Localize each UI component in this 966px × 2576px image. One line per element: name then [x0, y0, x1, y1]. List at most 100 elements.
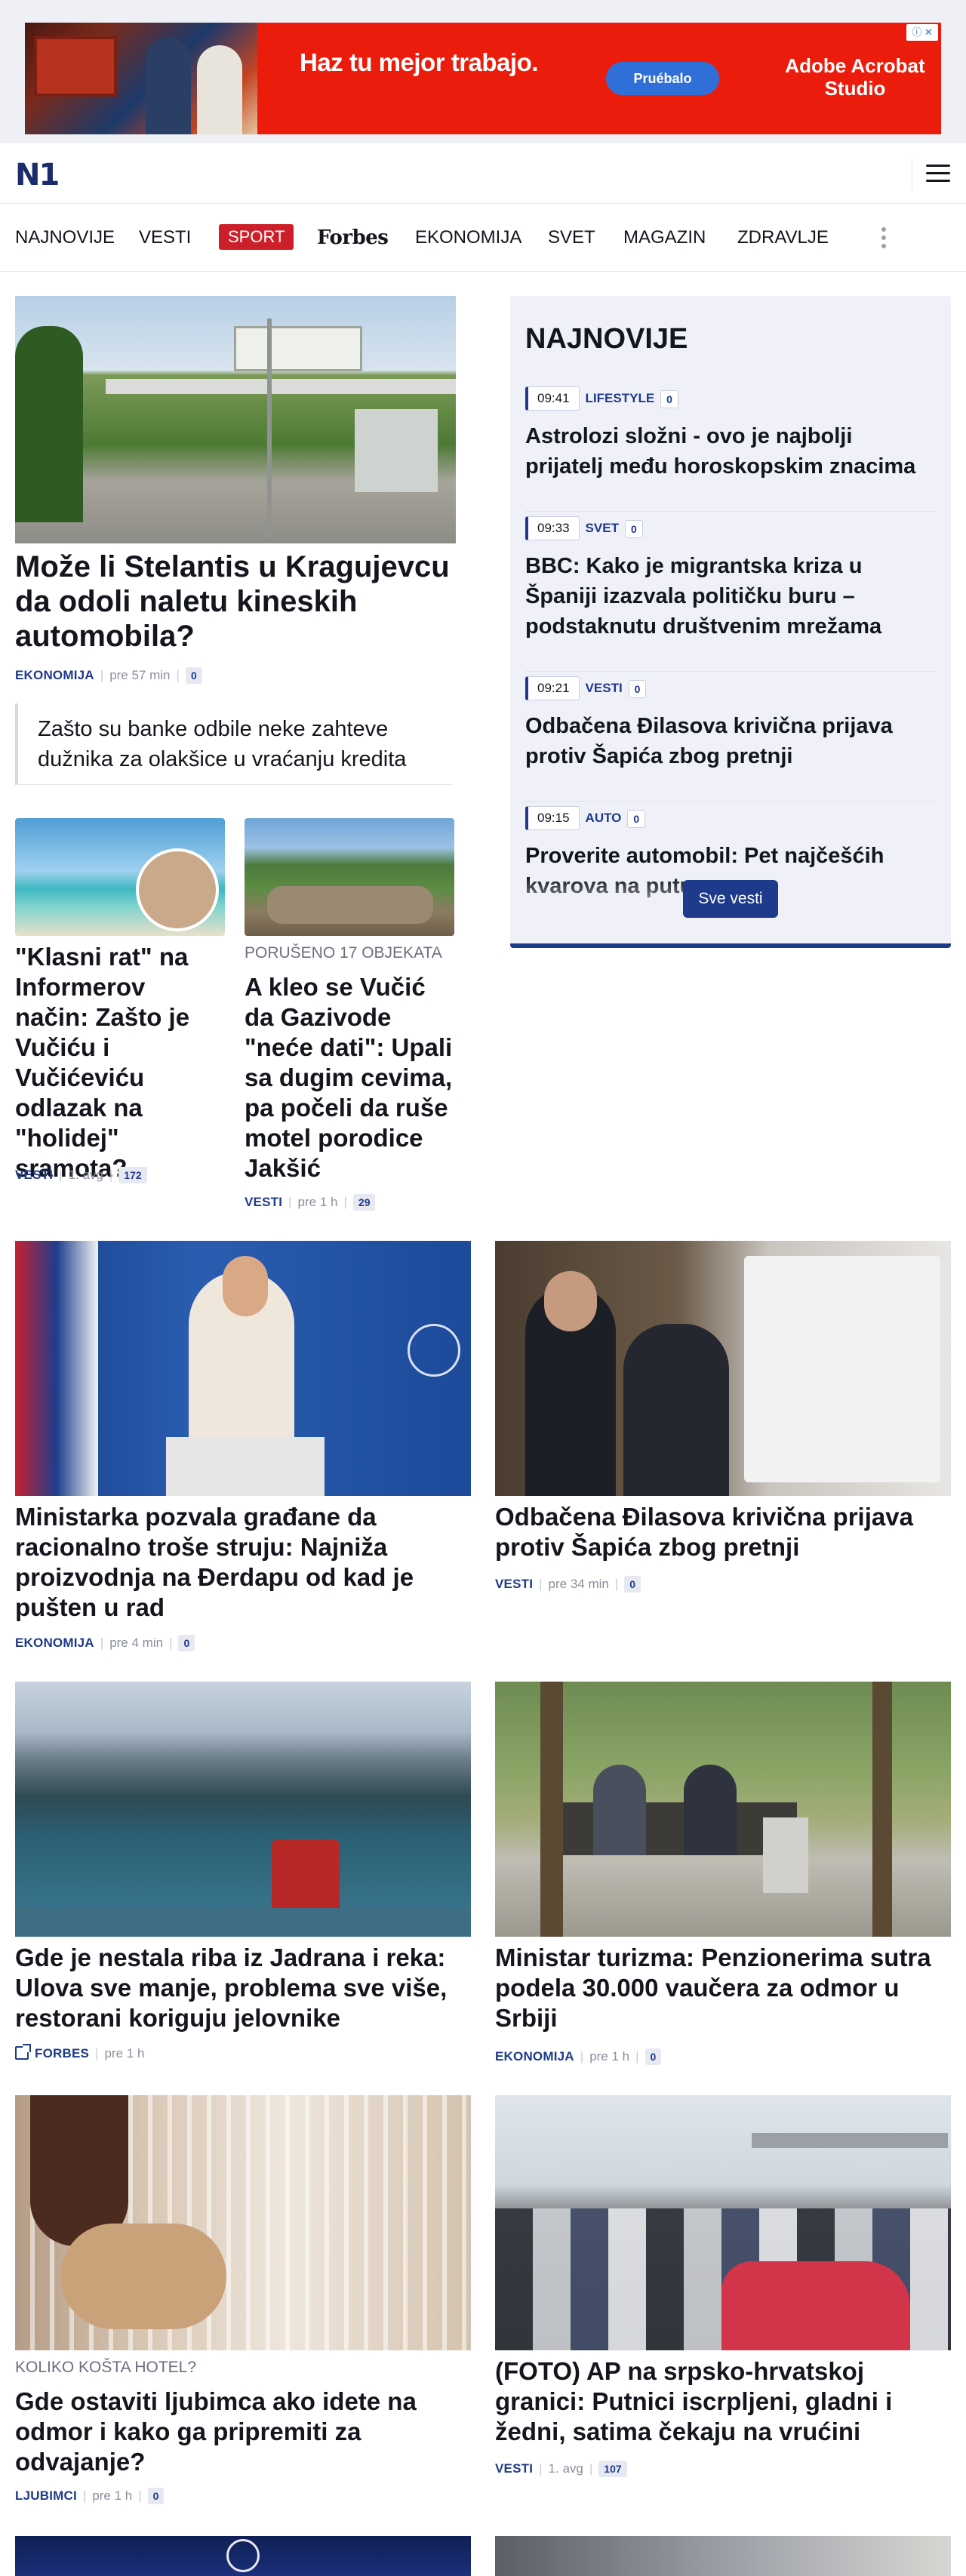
more-menu-icon[interactable] [881, 227, 888, 250]
news-category[interactable]: AUTO [586, 807, 622, 829]
external-link-icon [15, 2044, 31, 2060]
story-meta: FORBES | pre 1 h [15, 2044, 145, 2062]
story-title[interactable]: Ministarka pozvala građane da racionalno… [15, 1502, 471, 1623]
nav-item-forbes[interactable]: Forbes [317, 204, 389, 272]
story-time: pre 1 h [92, 2488, 133, 2503]
story-title-gazivode[interactable]: A kleo se Vučić da Gazivode "neće dati":… [245, 972, 454, 1183]
ad-banner[interactable]: Haz tu mejor trabajo. Pruébalo Adobe Acr… [25, 23, 941, 134]
ad-headline: Haz tu mejor trabajo. [300, 48, 538, 76]
lead-story-meta: EKONOMIJA | pre 57 min | 0 [15, 667, 202, 684]
news-time: 09:15 [525, 806, 580, 830]
story-image-dilas[interactable] [495, 1241, 951, 1496]
nav-item-najnovije[interactable]: NAJNOVIJE [15, 204, 115, 272]
nav-item-svet[interactable]: SVET [548, 204, 595, 272]
story-category[interactable]: EKONOMIJA [15, 668, 94, 682]
story-meta: VESTI | pre 34 min | 0 [495, 1576, 641, 1593]
story-time: 1. avg [548, 2461, 583, 2476]
comment-count[interactable]: 0 [645, 2048, 662, 2065]
story-meta: EKONOMIJA | pre 1 h | 0 [495, 2048, 662, 2065]
site-header: N1 [0, 143, 966, 204]
news-title[interactable]: BBC: Kako je migrantska kriza u Španiji … [525, 551, 936, 642]
news-title[interactable]: Odbačena Đilasova krivična prijava proti… [525, 711, 936, 771]
ad-photo [25, 23, 257, 134]
comment-count[interactable]: 29 [352, 1194, 376, 1211]
story-image-riba[interactable] [15, 1682, 471, 1937]
category-label: FORBES [35, 2046, 90, 2060]
news-time: 09:33 [525, 516, 580, 540]
story-image-klasni-rat[interactable] [15, 818, 225, 936]
story-title-klasni-rat[interactable]: "Klasni rat" na Informerov način: Zašto … [15, 942, 225, 1183]
story-time: pre 57 min [109, 668, 171, 682]
story-category[interactable]: EKONOMIJA [495, 2049, 574, 2064]
story-category[interactable]: VESTI [15, 1168, 53, 1182]
news-category[interactable]: SVET [586, 517, 619, 540]
story-title[interactable]: Odbačena Đilasova krivična prijava proti… [495, 1502, 951, 1562]
story-time: pre 34 min [548, 1577, 609, 1591]
comment-count[interactable]: 0 [178, 1635, 195, 1651]
latest-news-title: NAJNOVIJE [525, 323, 688, 355]
news-time: 09:41 [525, 386, 580, 411]
hamburger-menu-icon[interactable] [912, 157, 951, 190]
story-image-ministarka[interactable] [15, 1241, 471, 1496]
ad-cta-button[interactable]: Pruébalo [606, 62, 719, 95]
lead-story-image[interactable] [15, 296, 456, 543]
story-kicker: PORUŠENO 17 OBJEKATA [245, 944, 442, 962]
story-category[interactable]: EKONOMIJA [15, 1636, 94, 1650]
story-time: pre 4 min [109, 1636, 164, 1650]
comment-count[interactable]: 0 [628, 679, 647, 698]
news-time: 09:21 [525, 676, 580, 700]
nav-item-sport[interactable]: SPORT [219, 224, 294, 250]
main-nav: NAJNOVIJE VESTI SPORT Forbes EKONOMIJA S… [0, 204, 966, 272]
latest-news-item[interactable]: 09:33 SVET 0 BBC: Kako je migrantska kriza… [525, 516, 936, 672]
story-time: pre 1 h [104, 2046, 145, 2060]
related-story-link[interactable]: Zašto su banke odbile neke zahteve dužni… [15, 703, 453, 785]
comment-count[interactable]: 0 [660, 389, 678, 408]
story-meta: LJUBIMCI | pre 1 h | 0 [15, 2488, 165, 2504]
nav-item-zdravlje[interactable]: ZDRAVLJE [737, 204, 829, 272]
info-icon[interactable]: ⓘ ✕ [906, 24, 938, 41]
story-meta: VESTI | pre 1 h | 29 [245, 1194, 376, 1211]
nav-item-vesti[interactable]: VESTI [139, 204, 191, 272]
story-title[interactable]: Gde je nestala riba iz Jadrana i reka: U… [15, 1943, 471, 2033]
story-image-granica[interactable] [495, 2095, 951, 2350]
story-meta: EKONOMIJA | pre 4 min | 0 [15, 1635, 195, 1651]
story-time: pre 1 h [589, 2049, 630, 2064]
comment-count[interactable]: 0 [627, 809, 646, 828]
story-category[interactable]: FORBES [15, 2044, 90, 2060]
comment-count[interactable]: 0 [185, 667, 202, 684]
story-image-next-right[interactable] [495, 2536, 951, 2576]
story-time: pre 1 h [297, 1195, 338, 1209]
story-title[interactable]: (FOTO) AP na srpsko-hrvatskoj granici: P… [495, 2356, 951, 2447]
story-image-next-left[interactable] [15, 2536, 471, 2576]
latest-news-widget: NAJNOVIJE 09:41 LIFESTYLE 0 Astrolozi slož… [510, 296, 951, 948]
comment-count[interactable]: 0 [624, 1576, 641, 1593]
news-category[interactable]: VESTI [586, 677, 623, 700]
story-category[interactable]: VESTI [245, 1195, 282, 1209]
all-news-button[interactable]: Sve vesti [683, 880, 778, 918]
comment-count[interactable]: 0 [147, 2488, 165, 2504]
story-title[interactable]: Ministar turizma: Penzionerima sutra pod… [495, 1943, 951, 2033]
latest-news-item[interactable]: 09:41 LIFESTYLE 0 Astrolozi složni - ovo j… [525, 386, 936, 512]
story-category[interactable]: VESTI [495, 1577, 533, 1591]
comment-count[interactable]: 107 [598, 2461, 627, 2477]
story-time: 1. avg [68, 1168, 103, 1182]
story-meta: VESTI | 1. avg | 107 [495, 2461, 627, 2477]
nav-item-ekonomija[interactable]: EKONOMIJA [415, 204, 521, 272]
story-image-ljubimci[interactable] [15, 2095, 471, 2350]
story-image-gazivode[interactable] [245, 818, 454, 936]
news-category[interactable]: LIFESTYLE [586, 387, 655, 410]
ad-banner-area: Haz tu mejor trabajo. Pruébalo Adobe Acr… [0, 0, 966, 143]
story-title[interactable]: Gde ostaviti ljubimca ako idete na odmor… [15, 2387, 471, 2477]
nav-item-magazin[interactable]: MAGAZIN [623, 204, 706, 272]
site-logo[interactable]: N1 [15, 158, 60, 192]
latest-news-item[interactable]: 09:21 VESTI 0 Odbačena Đilasova krivična p… [525, 676, 936, 802]
ad-brand: Adobe Acrobat Studio [785, 54, 925, 100]
story-category[interactable]: LJUBIMCI [15, 2488, 77, 2503]
news-title[interactable]: Astrolozi složni - ovo je najbolji prija… [525, 421, 936, 482]
comment-count[interactable]: 0 [624, 519, 643, 538]
comment-count[interactable]: 172 [118, 1167, 147, 1183]
lead-story-title[interactable]: Može li Stelantis u Kragujevcu da odoli … [15, 549, 453, 654]
story-category[interactable]: VESTI [495, 2461, 533, 2476]
story-kicker: KOLIKO KOŠTA HOTEL? [15, 2359, 197, 2376]
story-image-penzioneri[interactable] [495, 1682, 951, 1937]
